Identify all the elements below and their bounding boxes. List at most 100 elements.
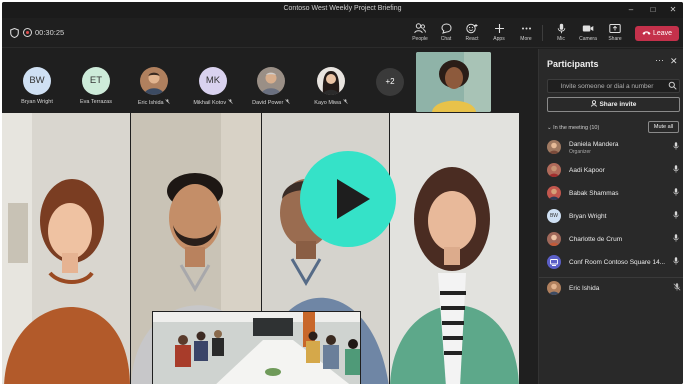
attendee-name: Eva Terrazas <box>80 99 112 105</box>
chat-button[interactable]: Chat <box>433 21 459 45</box>
avatar-initials: ET <box>89 75 103 86</box>
chat-label: Chat <box>440 36 452 42</box>
participant-name: Bryan Wright <box>569 213 607 220</box>
person-photo-icon <box>549 142 559 154</box>
avatar-bryan-wright[interactable]: BW <box>23 67 51 95</box>
invite-field[interactable] <box>547 79 680 93</box>
attendee-name: Mikhail Kotov <box>183 99 243 106</box>
mic-icon <box>673 234 679 242</box>
share-invite-button[interactable]: Share invite <box>547 97 680 112</box>
mic-icon <box>557 23 565 34</box>
share-icon <box>609 24 621 33</box>
mic-off-icon <box>285 99 290 104</box>
participant-video-1 <box>2 113 130 384</box>
recording-icon <box>23 28 32 37</box>
participants-panel: Participants ··· ✕ Share invite ⌄ In the… <box>538 49 683 384</box>
mic-icon <box>673 165 679 173</box>
person-photo-icon <box>261 72 281 95</box>
react-icon <box>466 23 478 34</box>
meeting-toolbar: 00:30:25 People Chat React Apps More Mic <box>2 18 683 48</box>
window-title: Contoso West Weekly Project Briefing <box>283 5 402 12</box>
leave-button[interactable]: Leave <box>635 26 679 41</box>
in-meeting-header[interactable]: ⌄ In the meeting (10) <box>547 125 599 131</box>
camera-icon <box>582 25 594 32</box>
react-label: React <box>465 36 479 42</box>
invite-input[interactable] <box>548 80 666 92</box>
participant-row[interactable]: Eric Ishida <box>539 278 683 300</box>
avatar-eva-terrazas[interactable]: ET <box>82 67 110 95</box>
video-tile-woman-right[interactable] <box>390 113 519 384</box>
participant-name: Daniela Mandera <box>569 141 619 148</box>
camera-button[interactable]: Camera <box>575 21 601 45</box>
title-bar: Contoso West Weekly Project Briefing – □… <box>2 2 683 18</box>
people-icon <box>414 23 426 34</box>
conference-room-icon <box>550 259 558 266</box>
phone-hangup-icon <box>642 31 651 35</box>
in-meeting-label: In the meeting (10) <box>553 125 600 131</box>
minimize-button[interactable]: – <box>624 4 638 16</box>
participant-name: Charlotte de Crum <box>569 236 623 243</box>
avatar-initials: MK <box>205 75 221 86</box>
avatar-kayo-miwa[interactable] <box>317 67 345 95</box>
participant-row[interactable]: Daniela Mandera Organizer <box>539 137 683 159</box>
person-photo-icon <box>144 72 164 95</box>
mic-icon <box>673 257 679 265</box>
panel-close-icon[interactable]: ✕ <box>670 56 678 67</box>
participant-name: Aadi Kapoor <box>569 167 605 174</box>
avatar <box>547 232 561 246</box>
avatar-mikhail-kotov[interactable]: MK <box>199 67 227 95</box>
share-invite-label: Share invite <box>599 101 637 108</box>
mic-icon <box>673 188 679 196</box>
play-video-button[interactable] <box>300 151 396 247</box>
more-attendees-button[interactable]: +2 <box>376 68 404 96</box>
search-icon <box>668 81 677 90</box>
apps-button[interactable]: Apps <box>486 21 512 45</box>
avatar <box>547 140 561 154</box>
avatar: BW <box>547 209 561 223</box>
close-window-button[interactable]: ✕ <box>666 4 680 16</box>
participant-name: Eric Ishida <box>569 285 600 292</box>
participant-row[interactable]: Babak Shammas <box>539 183 683 205</box>
panel-more-icon[interactable]: ··· <box>655 55 664 65</box>
share-label: Share <box>608 36 622 42</box>
mic-off-icon <box>165 99 170 104</box>
attendee-name: Kayo Miwa <box>301 99 361 106</box>
conference-room-video <box>153 312 360 384</box>
person-photo-icon <box>549 234 559 246</box>
participant-row[interactable]: BW Bryan Wright <box>539 206 683 228</box>
mic-button[interactable]: Mic <box>548 21 574 45</box>
attendee-name-text: Eric Ishida <box>137 100 164 106</box>
people-button[interactable]: People <box>407 21 433 45</box>
person-photo-icon <box>549 188 559 200</box>
avatar-eric-ishida[interactable] <box>140 67 168 95</box>
mute-all-button[interactable]: Mute all <box>648 121 679 133</box>
more-button[interactable]: More <box>513 21 539 45</box>
attendee-name: David Power <box>241 99 301 106</box>
share-button[interactable]: Share <box>602 21 628 45</box>
video-tile-woman-left[interactable] <box>2 113 130 384</box>
react-button[interactable]: React <box>459 21 485 45</box>
camera-label: Camera <box>579 36 597 42</box>
participant-row[interactable]: Aadi Kapoor <box>539 160 683 182</box>
avatar-initials: BW <box>29 75 45 86</box>
avatar <box>547 281 561 295</box>
panel-title: Participants <box>547 59 599 69</box>
participant-name: Conf Room Contoso Square 14... <box>569 259 666 266</box>
teams-meeting-window: Contoso West Weekly Project Briefing – □… <box>2 2 683 384</box>
attendee-name-text: Kayo Miwa <box>314 100 342 106</box>
chevron-down-icon: ⌄ <box>547 125 552 131</box>
mic-off-icon <box>227 99 233 104</box>
self-view-video[interactable] <box>416 52 491 112</box>
attendee-name: Eric Ishida <box>124 99 184 106</box>
attendee-name-text: Mikhail Kotov <box>193 100 227 106</box>
conference-room-tile[interactable] <box>152 311 361 384</box>
avatar-david-power[interactable] <box>257 67 285 95</box>
self-view-person <box>416 52 491 112</box>
more-label: More <box>520 36 532 42</box>
more-icon <box>521 27 531 30</box>
participant-row[interactable]: Conf Room Contoso Square 14... <box>539 252 683 274</box>
participant-row[interactable]: Charlotte de Crum <box>539 229 683 251</box>
participant-name: Babak Shammas <box>569 190 619 197</box>
maximize-button[interactable]: □ <box>646 4 660 16</box>
mic-off-icon <box>673 283 681 291</box>
